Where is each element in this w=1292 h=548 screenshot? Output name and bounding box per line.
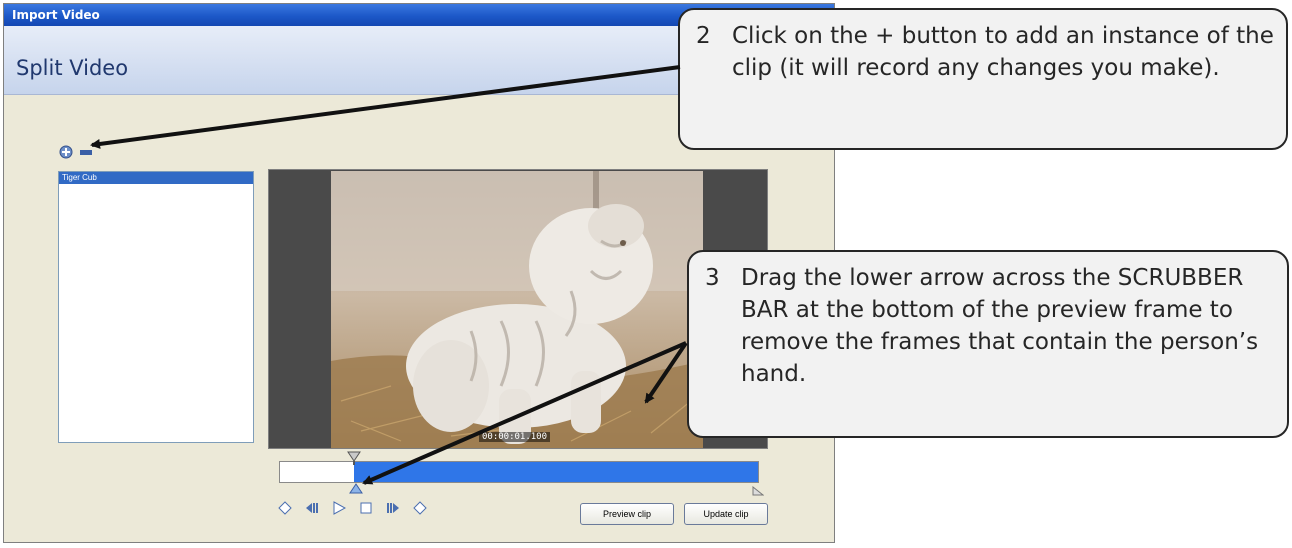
instruction-arrows bbox=[90, 65, 688, 485]
arrow-to-scrubber-marker bbox=[362, 341, 687, 485]
arrow-to-add-button bbox=[90, 65, 681, 149]
